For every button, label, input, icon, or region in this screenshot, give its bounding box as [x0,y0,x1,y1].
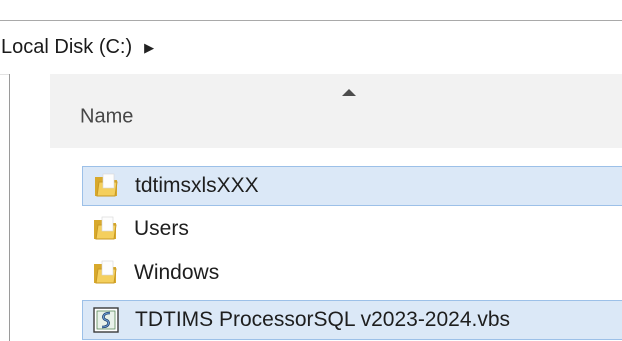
column-header-name[interactable]: Name [80,106,133,129]
window-top-strip [0,0,622,22]
file-name: Users [134,217,189,240]
sort-ascending-icon [342,89,356,96]
breadcrumb-local-disk[interactable]: Local Disk (C:) [1,36,132,59]
list-item[interactable]: Windows [82,253,622,293]
list-item[interactable]: tdtimsxlsXXX [82,166,622,206]
file-name: Windows [134,261,220,284]
file-name: TDTIMS ProcessorSQL v2023-2024.vbs [135,308,511,331]
list-item[interactable]: Users [82,209,622,249]
folder-icon [91,171,121,201]
folder-icon [90,214,120,244]
list-item[interactable]: TDTIMS ProcessorSQL v2023-2024.vbs [82,300,622,340]
chevron-right-icon[interactable]: ▶ [144,40,154,56]
vbs-script-icon [91,305,121,335]
address-bar[interactable]: Local Disk (C:) ▶ [0,21,622,75]
column-header-area [50,74,622,148]
folder-icon [90,258,120,288]
file-name: tdtimsxlsXXX [135,174,259,197]
